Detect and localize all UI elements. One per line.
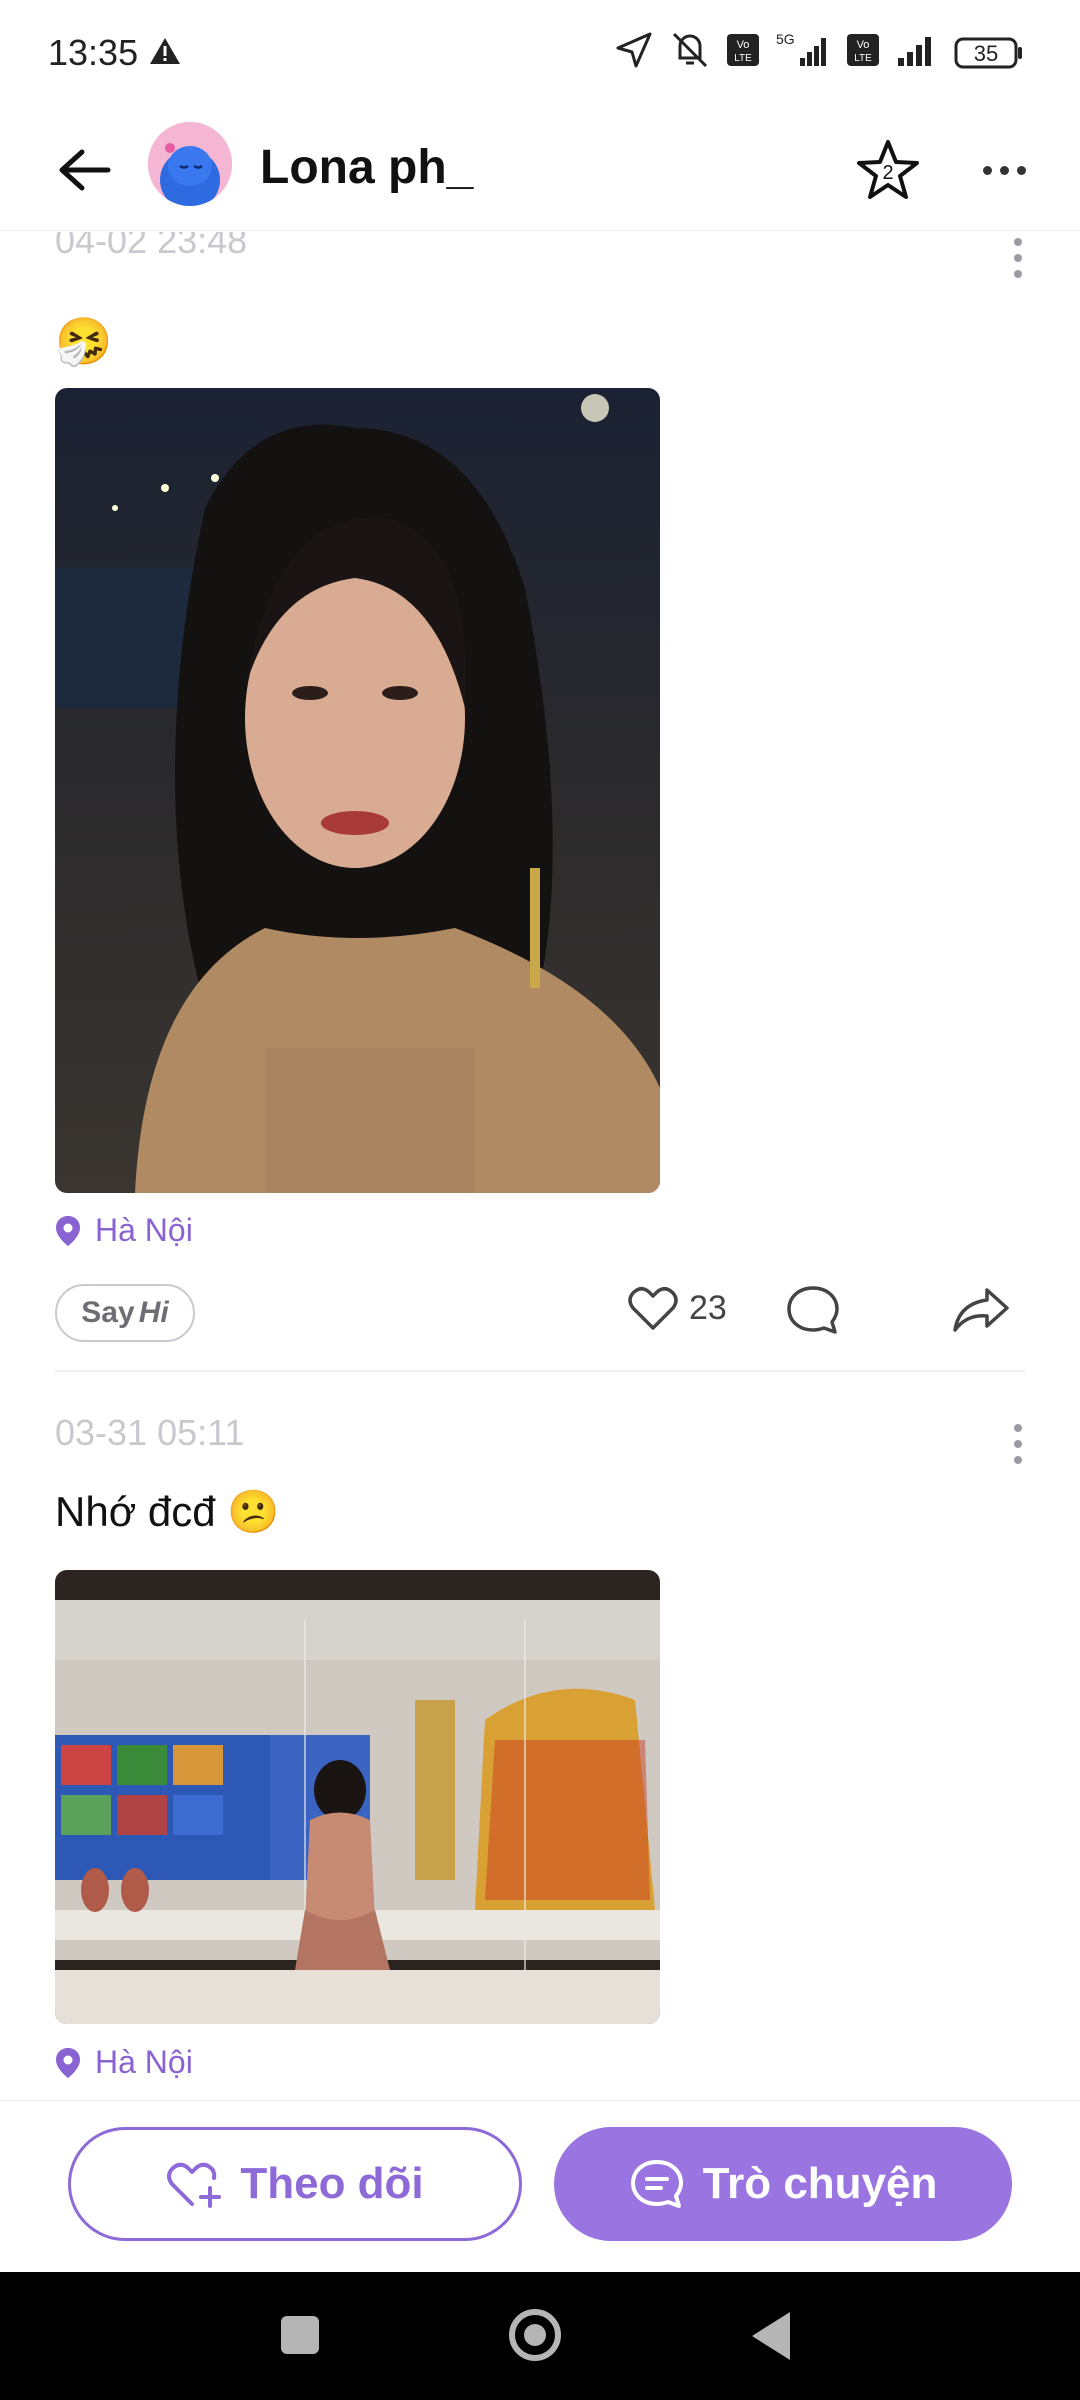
- post-text: Nhớ đcđ 😕: [55, 1488, 280, 1535]
- chat-label: Trò chuyện: [702, 2159, 938, 2208]
- more-options-button[interactable]: [968, 134, 1040, 206]
- profile-header: Lona ph_ 2: [0, 110, 1080, 231]
- share-icon: [953, 1288, 1009, 1332]
- battery-level: 35: [973, 40, 999, 66]
- post-text: 🤧: [55, 315, 113, 367]
- location-arrow-icon: [614, 30, 654, 75]
- share-button[interactable]: [951, 1284, 1011, 1341]
- signal-icon: [894, 32, 940, 73]
- follow-button[interactable]: Theo dõi: [68, 2127, 522, 2241]
- username: Lona ph_: [260, 141, 474, 194]
- signal-5g-icon: 5G: [774, 30, 832, 75]
- home-button[interactable]: [509, 2309, 561, 2361]
- svg-text:Vo: Vo: [857, 39, 870, 51]
- like-button[interactable]: 23: [627, 1284, 727, 1332]
- post-location[interactable]: Hà Nội: [55, 1212, 193, 1249]
- svg-text:2: 2: [882, 162, 893, 184]
- comment-button[interactable]: [785, 1284, 841, 1341]
- post-actions: Say Hi 23: [55, 1284, 1025, 1344]
- sayhi-hi: Hi: [138, 1296, 169, 1329]
- sayhi-button[interactable]: Say Hi: [55, 1284, 195, 1342]
- status-bar: 13:35 Vo LTE 5G Vo LTE 35: [0, 0, 1080, 110]
- recent-apps-button[interactable]: [281, 2316, 319, 2354]
- system-back-button[interactable]: [752, 2312, 790, 2360]
- chat-button[interactable]: Trò chuyện: [554, 2127, 1012, 2241]
- post-divider: [55, 1370, 1025, 1372]
- comment-icon: [787, 1286, 839, 1334]
- star-icon: 2: [857, 140, 919, 199]
- volte-icon: Vo LTE: [726, 33, 760, 72]
- svg-text:Vo: Vo: [737, 39, 750, 51]
- post-date: 03-31 05:11: [55, 1412, 245, 1453]
- system-nav-bar: [0, 2272, 1080, 2400]
- status-icons: Vo LTE 5G Vo LTE 35: [614, 30, 1024, 75]
- post-date: 04-02 23:48: [55, 232, 248, 261]
- like-count: 23: [689, 1288, 727, 1327]
- location-pin-icon: [56, 2047, 80, 2078]
- svg-text:LTE: LTE: [854, 53, 872, 64]
- volte-icon-2: Vo LTE: [846, 33, 880, 72]
- sayhi-say: Say: [81, 1296, 135, 1329]
- more-dot-icon: [999, 165, 1009, 175]
- follow-label: Theo dõi: [240, 2159, 424, 2208]
- bottom-action-bar: Theo dõi Trò chuyện: [0, 2100, 1080, 2273]
- more-dot-icon: [1016, 165, 1026, 175]
- post-feed[interactable]: 04-02 23:48 🤧 Hà Nội Say Hi 23 03-31 05:…: [0, 232, 1080, 2100]
- location-label: Hà Nội: [95, 1212, 193, 1248]
- post-options-button[interactable]: [1012, 238, 1024, 278]
- back-arrow-icon: [59, 149, 111, 191]
- avatar[interactable]: [148, 122, 232, 206]
- chat-bubble-icon: [630, 2160, 683, 2208]
- post-photo[interactable]: [55, 388, 660, 1193]
- status-time: 13:35: [48, 32, 139, 73]
- post-location[interactable]: Hà Nội: [55, 2044, 193, 2081]
- favorite-button[interactable]: 2: [852, 134, 924, 206]
- svg-text:5G: 5G: [776, 31, 795, 47]
- post-options-button[interactable]: [1012, 1424, 1024, 1464]
- heart-plus-icon: [167, 2162, 222, 2208]
- post-photo[interactable]: [55, 1570, 660, 2024]
- location-pin-icon: [56, 1215, 80, 1246]
- mute-icon: [668, 30, 712, 75]
- back-button[interactable]: [52, 138, 116, 202]
- warning-icon: [148, 36, 182, 71]
- location-label: Hà Nội: [95, 2044, 193, 2080]
- svg-text:LTE: LTE: [734, 53, 752, 64]
- battery-icon: 35: [954, 36, 1024, 70]
- more-dot-icon: [982, 165, 992, 175]
- heart-icon: [628, 1287, 678, 1330]
